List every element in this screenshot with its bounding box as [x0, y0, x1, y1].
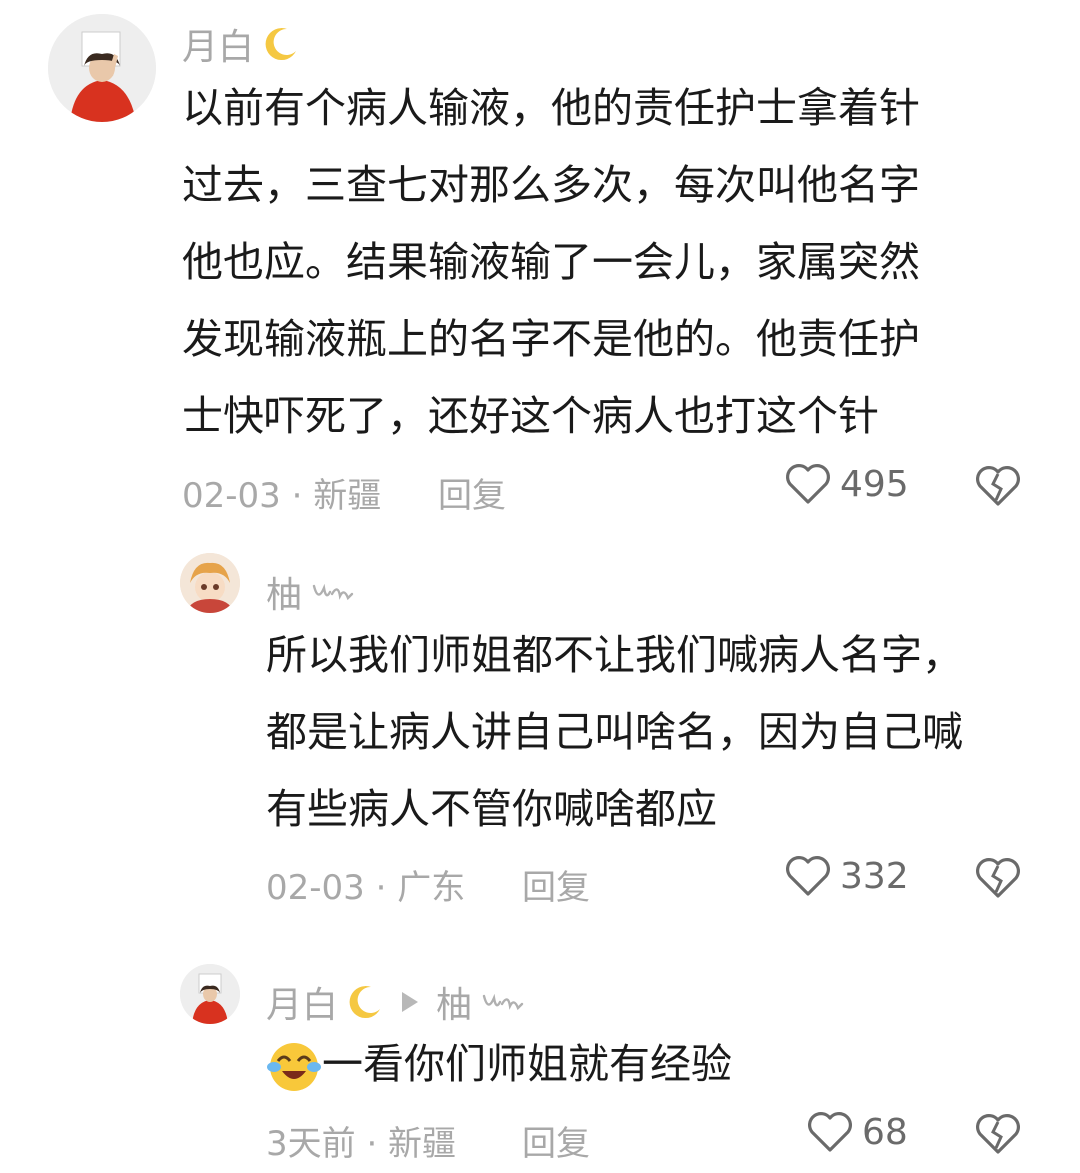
dislike-button[interactable]: [974, 856, 1022, 904]
like-count: 332: [840, 855, 909, 897]
signature-icon: [482, 993, 524, 1011]
comment-text: 所以我们师姐都不让我们喊病人名字， 都是让病人讲自己叫啥名，因为自己喊 有些病人…: [266, 631, 963, 833]
timestamp-location: 02-03 · 新疆: [182, 476, 382, 516]
like-button[interactable]: 68: [806, 1110, 908, 1154]
avatar[interactable]: [180, 553, 240, 613]
crescent-moon-icon: [349, 986, 381, 1019]
heart-icon: [808, 1112, 852, 1152]
avatar[interactable]: [180, 964, 240, 1024]
reply-button[interactable]: 回复: [522, 860, 590, 909]
broken-heart-icon: [976, 1114, 1020, 1154]
dislike-button[interactable]: [974, 1112, 1022, 1160]
like-count: 495: [840, 463, 909, 505]
broken-heart-icon: [976, 466, 1020, 506]
reply-arrow-icon: [402, 992, 419, 1012]
reply-button[interactable]: 回复: [438, 468, 506, 517]
username[interactable]: 柚: [266, 566, 356, 618]
heart-icon: [786, 856, 830, 896]
like-button[interactable]: 332: [784, 854, 909, 898]
comment-thread: 月白 以前有个病人输液，他的责任护士拿着针 过去，三查七对那么多次，每次叫他名字…: [0, 0, 1080, 1173]
laughing-crying-emoji-icon: [267, 1042, 321, 1091]
timestamp-location: 02-03 · 广东: [266, 868, 466, 908]
like-count: 68: [862, 1111, 908, 1153]
avatar[interactable]: [48, 14, 156, 122]
comment-text: 以前有个病人输液，他的责任护士拿着针 过去，三查七对那么多次，每次叫他名字 他也…: [182, 84, 920, 440]
reply-button[interactable]: 回复: [522, 1116, 590, 1165]
timestamp-location: 3天前 · 新疆: [266, 1124, 457, 1164]
crescent-moon-icon: [265, 28, 297, 61]
username[interactable]: 月白: [182, 18, 300, 70]
comment-text: 一看你们师姐就有经验: [266, 1026, 732, 1103]
signature-icon: [312, 583, 354, 601]
broken-heart-icon: [976, 858, 1020, 898]
username[interactable]: 月白 柚: [266, 976, 526, 1028]
reply-to-username: 柚: [436, 985, 473, 1026]
like-button[interactable]: 495: [784, 462, 909, 506]
heart-icon: [786, 464, 830, 504]
dislike-button[interactable]: [974, 464, 1022, 512]
